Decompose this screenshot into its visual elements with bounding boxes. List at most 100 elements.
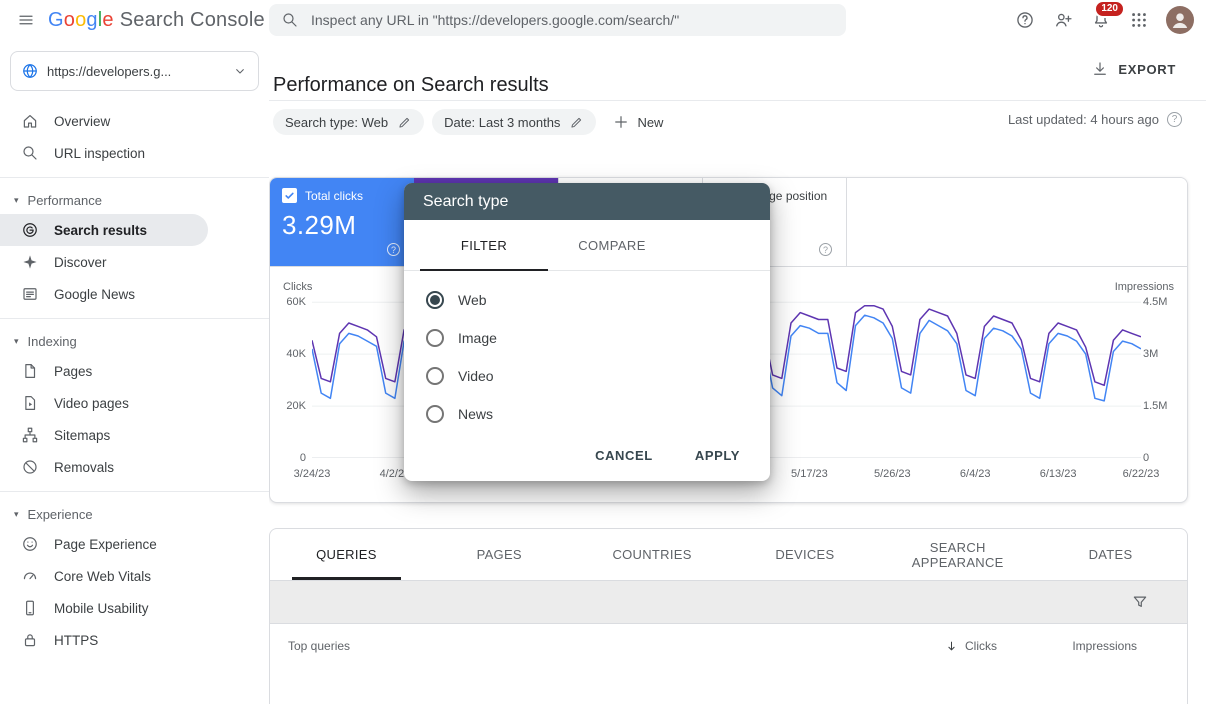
cancel-button[interactable]: CANCEL bbox=[589, 447, 659, 464]
filter-chip-search-type-web[interactable]: Search type: Web bbox=[273, 109, 424, 135]
sidebar-item-label: Overview bbox=[54, 114, 110, 129]
radio-button[interactable] bbox=[426, 405, 444, 423]
tab-search-appearance[interactable]: SEARCH APPEARANCE bbox=[881, 529, 1034, 580]
chip-label: Date: Last 3 months bbox=[444, 115, 560, 130]
sidebar-item-core-web-vitals[interactable]: Core Web Vitals bbox=[0, 560, 208, 592]
radio-button[interactable] bbox=[426, 291, 444, 309]
apply-button[interactable]: APPLY bbox=[689, 447, 746, 464]
metric-help-icon[interactable]: ? bbox=[819, 243, 832, 256]
y-axis-tick-left: 40K bbox=[276, 348, 306, 360]
metric-card-total-clicks[interactable]: Total clicks3.29M? bbox=[270, 178, 414, 266]
url-inspection-searchbar[interactable] bbox=[269, 4, 846, 36]
column-header-impressions[interactable]: Impressions bbox=[997, 639, 1187, 653]
option-label: Video bbox=[458, 368, 494, 384]
property-selector[interactable]: https://developers.g... bbox=[10, 51, 259, 91]
left-axis-title: Clicks bbox=[283, 281, 312, 293]
tab-queries[interactable]: QUERIES bbox=[270, 529, 423, 580]
table-header-row: Top queries Clicks Impressions bbox=[270, 624, 1187, 668]
google-apps-button[interactable] bbox=[1122, 3, 1156, 37]
google-search-console-logo: Google Search Console bbox=[48, 9, 265, 32]
account-avatar[interactable] bbox=[1166, 6, 1194, 34]
menu-button[interactable] bbox=[9, 3, 43, 37]
export-button[interactable]: EXPORT bbox=[1085, 59, 1182, 79]
help-icon bbox=[1015, 10, 1035, 30]
y-axis-tick-right: 3M bbox=[1143, 348, 1181, 360]
sidebar-item-label: Sitemaps bbox=[54, 428, 110, 443]
sidebar-item-pages[interactable]: Pages bbox=[0, 355, 208, 387]
filter-chip-date-last-3-months[interactable]: Date: Last 3 months bbox=[432, 109, 596, 135]
logo-letter: o bbox=[64, 9, 75, 31]
search-results-icon bbox=[21, 221, 39, 239]
sidebar-item-page-experience[interactable]: Page Experience bbox=[0, 528, 208, 560]
sidebar-item-discover[interactable]: Discover bbox=[0, 246, 208, 278]
user-settings-button[interactable] bbox=[1046, 3, 1080, 37]
help-button[interactable] bbox=[1008, 3, 1042, 37]
tab-devices[interactable]: DEVICES bbox=[728, 529, 881, 580]
sidebar-section-label: Performance bbox=[28, 193, 102, 208]
new-filter-button[interactable]: New bbox=[604, 109, 671, 135]
sidebar-item-search-results[interactable]: Search results bbox=[0, 214, 208, 246]
search-input[interactable] bbox=[309, 11, 834, 29]
sidebar-item-removals[interactable]: Removals bbox=[0, 451, 208, 483]
sidebar-section-experience[interactable]: ▾Experience bbox=[0, 500, 269, 528]
dialog-footer: CANCEL APPLY bbox=[404, 429, 770, 481]
sidebar-item-label: Discover bbox=[54, 255, 107, 270]
download-icon bbox=[1091, 60, 1109, 78]
sidebar-section-indexing[interactable]: ▾Indexing bbox=[0, 327, 269, 355]
video-icon bbox=[21, 394, 39, 412]
sidebar-section-label: Indexing bbox=[28, 334, 77, 349]
table-filter-row bbox=[270, 581, 1187, 624]
tab-countries[interactable]: COUNTRIES bbox=[576, 529, 729, 580]
sidebar-nav: Overview URL inspection ▾ Performance Search… bbox=[0, 105, 269, 656]
search-type-option-news[interactable]: News bbox=[404, 395, 770, 433]
plus-icon bbox=[612, 113, 630, 131]
sidebar-item-sitemaps[interactable]: Sitemaps bbox=[0, 419, 208, 451]
https-icon bbox=[21, 631, 39, 649]
radio-button[interactable] bbox=[426, 367, 444, 385]
dimension-tabs: QUERIESPAGESCOUNTRIESDEVICESSEARCH APPEA… bbox=[270, 529, 1187, 581]
option-label: Web bbox=[458, 292, 487, 308]
sidebar-item-google-news[interactable]: Google News bbox=[0, 278, 208, 310]
apps-grid-icon bbox=[1129, 10, 1149, 30]
dimensions-panel: QUERIESPAGESCOUNTRIESDEVICESSEARCH APPEA… bbox=[269, 528, 1188, 704]
sidebar-item-https[interactable]: HTTPS bbox=[0, 624, 208, 656]
sidebar-item-video-pages[interactable]: Video pages bbox=[0, 387, 208, 419]
search-type-option-web[interactable]: Web bbox=[404, 281, 770, 319]
search-icon bbox=[281, 11, 299, 29]
sidebar-section-performance[interactable]: ▾ Performance bbox=[0, 186, 269, 214]
last-updated-help-icon[interactable]: ? bbox=[1167, 112, 1182, 127]
sidebar-item-mobile-usability[interactable]: Mobile Usability bbox=[0, 592, 208, 624]
y-axis-tick-left: 0 bbox=[276, 452, 306, 464]
export-label: EXPORT bbox=[1118, 62, 1176, 77]
column-header-clicks[interactable]: Clicks bbox=[837, 639, 997, 654]
sidebar-item-label: URL inspection bbox=[54, 146, 145, 161]
metric-checkbox-checked[interactable] bbox=[282, 188, 297, 203]
page-title: Performance on Search results bbox=[273, 74, 549, 97]
metric-help-icon[interactable]: ? bbox=[387, 243, 400, 256]
search-type-option-image[interactable]: Image bbox=[404, 319, 770, 357]
sidebar-item-url-inspection[interactable]: URL inspection bbox=[0, 137, 208, 169]
search-type-options: Web Image Video News bbox=[404, 271, 770, 433]
page-experience-icon bbox=[21, 535, 39, 553]
dialog-tab-compare[interactable]: COMPARE bbox=[548, 220, 676, 270]
chevron-down-icon bbox=[232, 63, 248, 79]
x-axis-tick: 6/22/23 bbox=[1123, 468, 1160, 480]
x-axis-tick: 6/4/23 bbox=[960, 468, 991, 480]
filter-icon bbox=[1131, 593, 1149, 611]
search-type-option-video[interactable]: Video bbox=[404, 357, 770, 395]
chip-label: Search type: Web bbox=[285, 115, 388, 130]
option-label: News bbox=[458, 406, 493, 422]
tab-pages[interactable]: PAGES bbox=[423, 529, 576, 580]
table-filter-button[interactable] bbox=[1123, 585, 1157, 619]
x-axis-tick: 5/17/23 bbox=[791, 468, 828, 480]
tab-dates[interactable]: DATES bbox=[1034, 529, 1187, 580]
sidebar-item-label: Page Experience bbox=[54, 537, 157, 552]
pencil-icon bbox=[569, 115, 584, 130]
search-type-dialog: Search type FILTERCOMPARE WebImageVideoN… bbox=[404, 183, 770, 481]
dialog-tab-filter[interactable]: FILTER bbox=[420, 220, 548, 270]
collapse-triangle-icon: ▾ bbox=[14, 196, 19, 205]
sidebar-item-overview[interactable]: Overview bbox=[0, 105, 208, 137]
last-updated-text: Last updated: 4 hours ago bbox=[1008, 112, 1159, 127]
notification-badge: 120 bbox=[1094, 0, 1125, 18]
radio-button[interactable] bbox=[426, 329, 444, 347]
